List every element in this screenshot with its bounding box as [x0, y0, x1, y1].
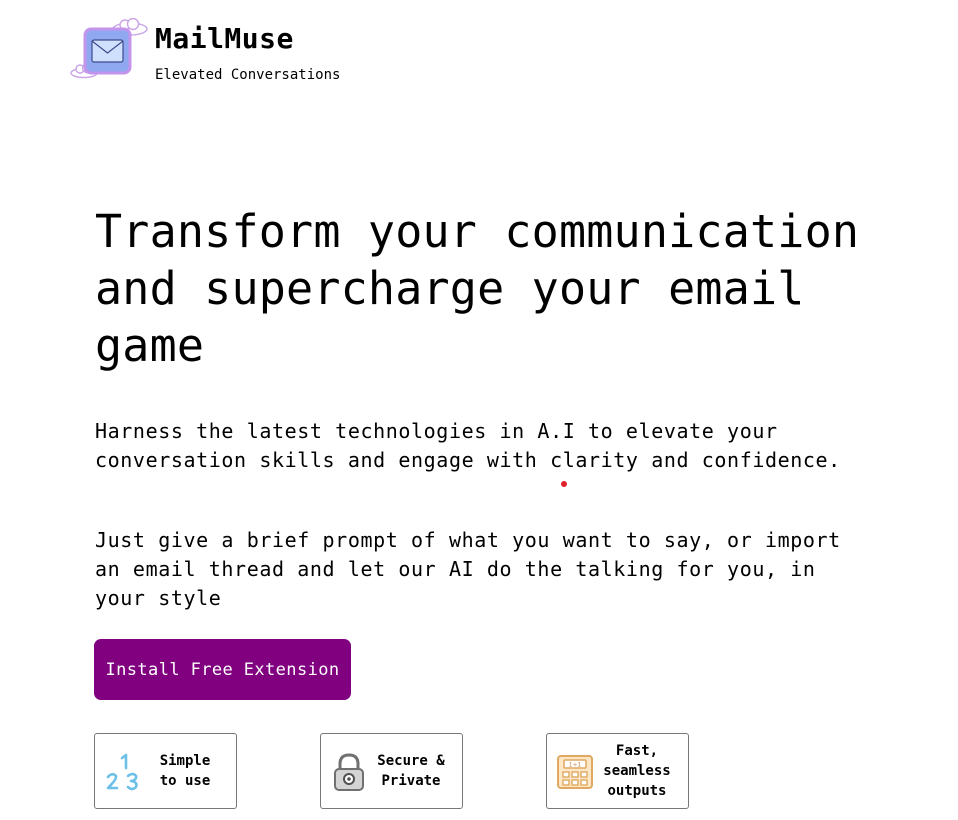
brand-tagline: Elevated Conversations — [155, 67, 341, 83]
install-extension-button[interactable]: Install Free Extension — [94, 639, 351, 700]
red-dot — [561, 481, 567, 487]
feature-card-secure: Secure & Private — [320, 733, 463, 809]
feature-label: Simple to use — [159, 753, 211, 789]
hero-title: Transform your communication and superch… — [95, 205, 860, 372]
svg-text:1+1: 1+1 — [569, 762, 582, 769]
mailmuse-logo-icon[interactable] — [70, 18, 152, 82]
feature-card-simple: Simple to use — [94, 733, 237, 809]
hero-instructions: Just give a brief prompt of what you wan… — [95, 528, 841, 610]
brand-header: MailMuse Elevated Conversations — [70, 18, 390, 83]
feature-label: Secure & Private — [377, 753, 445, 789]
feature-label: Fast, seamless outputs — [603, 743, 671, 799]
numbers-123-icon — [106, 753, 138, 791]
padlock-icon — [334, 753, 364, 791]
hero-description: Harness the latest technologies in A.I t… — [95, 419, 841, 472]
calculator-icon: 1+1 — [557, 755, 593, 789]
brand-name: MailMuse — [155, 22, 294, 55]
feature-card-fast: 1+1 Fast, seamless outputs — [546, 733, 689, 809]
